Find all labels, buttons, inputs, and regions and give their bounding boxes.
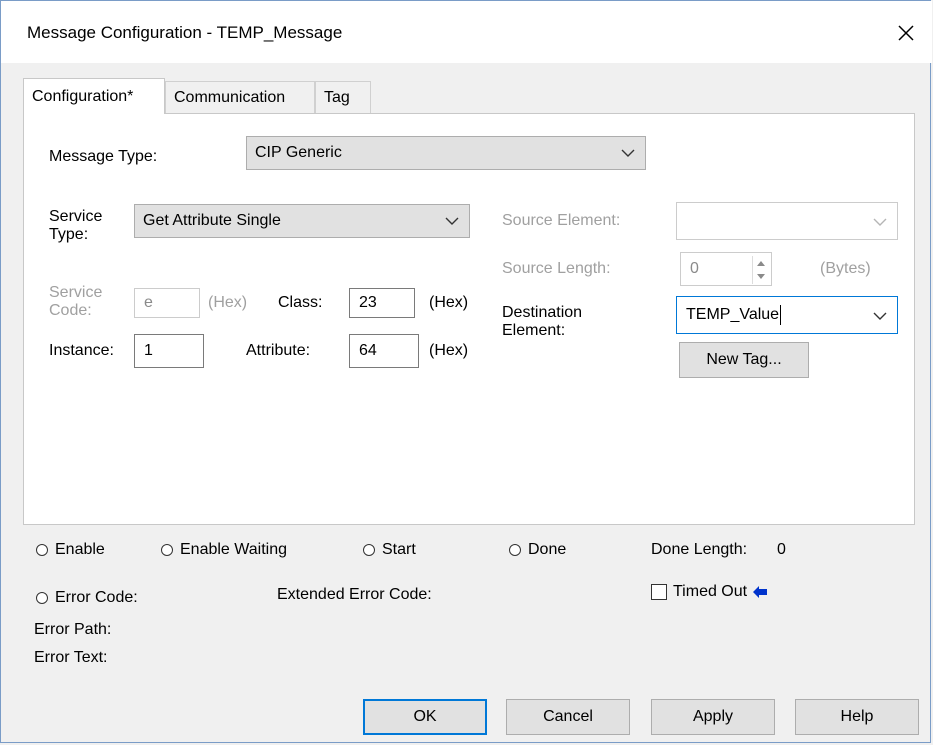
help-label: Help (840, 708, 874, 725)
attribute-field[interactable]: 64 (349, 334, 419, 368)
done-label: Done (528, 541, 567, 558)
enable-waiting-indicator: Enable Waiting (161, 541, 287, 559)
error-path-label: Error Path: (34, 621, 112, 638)
source-element-label: Source Element: (502, 212, 621, 229)
source-length-unit: (Bytes) (820, 260, 871, 277)
service-type-select[interactable]: Get Attribute Single (134, 204, 470, 238)
tab-tag-label: Tag (324, 88, 350, 106)
destination-element-combo[interactable]: TEMP_Value (676, 296, 898, 334)
spin-up-down-icon (757, 261, 765, 279)
enable-radio (36, 544, 48, 556)
service-type-label: Service Type: (49, 208, 103, 243)
configuration-panel: Message Type: CIP Generic Service Type: … (23, 113, 915, 525)
error-code-label: Error Code: (55, 589, 138, 606)
message-type-label: Message Type: (49, 148, 158, 165)
service-type-value: Get Attribute Single (143, 212, 281, 229)
done-radio (509, 544, 521, 556)
chevron-down-icon (621, 149, 635, 157)
service-code-field[interactable]: e (134, 288, 200, 318)
window-title: Message Configuration - TEMP_Message (27, 23, 343, 42)
source-length-label: Source Length: (502, 260, 611, 277)
service-code-label: Service Code: (49, 284, 103, 319)
error-text-label: Error Text: (34, 649, 108, 666)
help-button[interactable]: Help (795, 699, 919, 735)
error-code-indicator: Error Code: (36, 589, 138, 607)
tab-communication-label: Communication (174, 88, 286, 106)
new-tag-label: New Tag... (706, 351, 782, 368)
apply-label: Apply (692, 708, 734, 725)
instance-value: 1 (144, 342, 153, 359)
timed-out-checkbox[interactable]: Timed Out (651, 583, 768, 601)
class-value: 23 (359, 294, 377, 311)
attribute-value: 64 (359, 342, 377, 359)
chevron-down-icon (873, 218, 887, 226)
timed-out-box[interactable] (651, 584, 667, 600)
chevron-down-icon (873, 312, 887, 320)
class-label: Class: (278, 294, 323, 311)
class-field[interactable]: 23 (349, 288, 415, 318)
attribute-unit: (Hex) (429, 342, 469, 359)
source-length-value: 0 (690, 260, 699, 277)
enable-indicator: Enable (36, 541, 105, 559)
new-tag-button[interactable]: New Tag... (679, 342, 809, 378)
ok-label: OK (413, 708, 437, 725)
destination-element-label: Destination Element: (502, 304, 583, 339)
source-length-field[interactable]: 0 (680, 252, 772, 286)
source-length-spinner[interactable] (752, 256, 769, 284)
text-cursor (780, 305, 782, 325)
done-indicator: Done (509, 541, 566, 559)
start-indicator: Start (363, 541, 416, 559)
left-arrow-icon (753, 586, 768, 598)
error-code-radio (36, 592, 48, 604)
source-element-select[interactable] (676, 202, 898, 240)
extended-error-code-label: Extended Error Code: (277, 586, 432, 603)
chevron-down-icon (445, 217, 459, 225)
tab-configuration-label: Configuration* (32, 87, 134, 105)
service-code-value: e (144, 294, 153, 311)
tab-tag[interactable]: Tag (315, 81, 371, 113)
cancel-label: Cancel (543, 708, 593, 725)
done-length-value: 0 (777, 541, 786, 558)
ok-button[interactable]: OK (363, 699, 487, 735)
close-button[interactable] (886, 13, 926, 53)
message-type-select[interactable]: CIP Generic (246, 136, 646, 170)
start-radio (363, 544, 375, 556)
enable-label: Enable (55, 541, 105, 558)
class-unit: (Hex) (429, 294, 469, 311)
tab-communication[interactable]: Communication (165, 81, 315, 113)
enable-waiting-label: Enable Waiting (180, 541, 288, 558)
done-length-label: Done Length: (651, 541, 748, 558)
apply-button[interactable]: Apply (651, 699, 775, 735)
message-type-value: CIP Generic (255, 144, 342, 161)
tab-configuration[interactable]: Configuration* (23, 78, 165, 114)
instance-field[interactable]: 1 (134, 334, 204, 368)
timed-out-label: Timed Out (673, 583, 748, 600)
title-bar: Message Configuration - TEMP_Message (1, 1, 932, 63)
instance-label: Instance: (49, 342, 114, 359)
enable-waiting-radio (161, 544, 173, 556)
destination-element-value: TEMP_Value (686, 306, 780, 323)
cancel-button[interactable]: Cancel (506, 699, 630, 735)
close-icon (898, 25, 914, 41)
message-configuration-dialog: Message Configuration - TEMP_Message Con… (0, 0, 932, 743)
attribute-label: Attribute: (246, 342, 311, 359)
start-label: Start (382, 541, 416, 558)
service-code-unit: (Hex) (208, 294, 248, 311)
